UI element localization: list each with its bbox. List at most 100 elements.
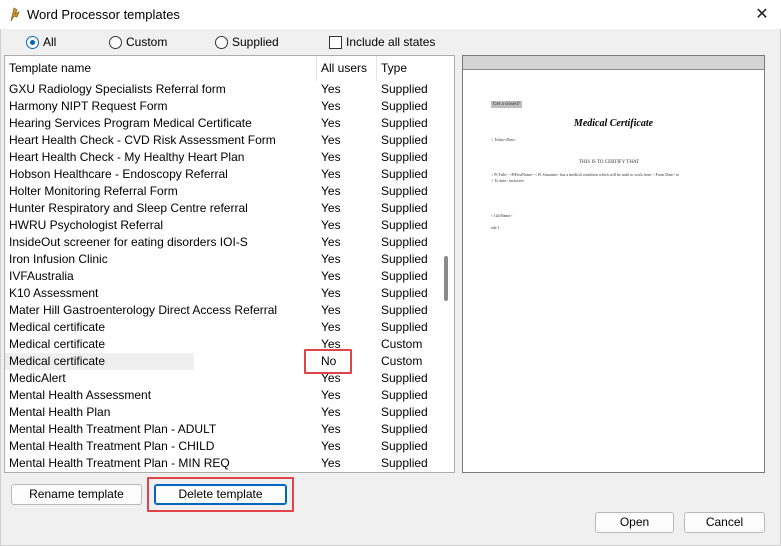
- window-title: Word Processor templates: [27, 7, 180, 22]
- table-row[interactable]: Hobson Healthcare - Endoscopy Referral Ye…: [5, 166, 438, 183]
- radio-all-label: All: [43, 35, 57, 49]
- table-row[interactable]: InsideOut screener for eating disorders …: [5, 234, 438, 251]
- type-cell: Supplied: [381, 286, 428, 300]
- all-users-cell: Yes: [321, 422, 341, 436]
- all-users-cell: Yes: [321, 201, 341, 215]
- type-cell: Supplied: [381, 82, 428, 96]
- table-row[interactable]: Medical certificate Yes Supplied: [5, 319, 438, 336]
- template-name-cell: K10 Assessment: [9, 286, 99, 300]
- template-name-cell: Medical certificate: [9, 337, 106, 351]
- close-button[interactable]: ✕: [749, 2, 775, 26]
- vertical-scrollbar[interactable]: [438, 56, 454, 472]
- radio-custom-label: Custom: [126, 35, 168, 49]
- type-cell: Supplied: [381, 388, 428, 402]
- preview-ruler: [463, 56, 764, 70]
- radio-custom[interactable]: Custom: [109, 34, 167, 50]
- type-cell: Supplied: [381, 269, 428, 283]
- title-bar: Word Processor templates ✕: [0, 0, 781, 29]
- all-users-cell: Yes: [321, 116, 341, 130]
- all-users-cell: Yes: [321, 303, 341, 317]
- radio-supplied[interactable]: Supplied: [215, 34, 279, 50]
- table-row[interactable]: Medical certificate No Custom: [5, 353, 438, 370]
- radio-all-indicator[interactable]: [26, 35, 39, 49]
- template-name-cell: Harmony NIPT Request Form: [9, 99, 168, 113]
- all-users-cell: Yes: [321, 405, 341, 419]
- include-all-states-box[interactable]: [329, 35, 342, 49]
- radio-supplied-label: Supplied: [232, 35, 279, 49]
- rename-template-button[interactable]: Rename template: [11, 484, 142, 505]
- template-name-cell: Mental Health Treatment Plan - CHILD: [9, 439, 215, 453]
- template-preview: Get a closed? Medical Certificate < Toda…: [462, 55, 765, 473]
- type-cell: Supplied: [381, 116, 428, 130]
- table-row[interactable]: HWRU Psychologist Referral Yes Supplied: [5, 217, 438, 234]
- template-name-cell: Hunter Respiratory and Sleep Centre refe…: [9, 201, 248, 215]
- all-users-cell: Yes: [321, 286, 341, 300]
- table-row[interactable]: Mental Health Treatment Plan - MIN REQ Ye…: [5, 455, 438, 472]
- all-users-cell: Yes: [321, 269, 341, 283]
- table-row[interactable]: Heart Health Check - My Healthy Heart Pl…: [5, 149, 438, 166]
- template-name-cell: Mental Health Treatment Plan - ADULT: [9, 422, 217, 436]
- app-logo-icon: [10, 7, 20, 22]
- radio-supplied-indicator[interactable]: [215, 35, 228, 49]
- template-name-cell: Iron Infusion Clinic: [9, 252, 108, 266]
- table-row[interactable]: Iron Infusion Clinic Yes Supplied: [5, 251, 438, 268]
- all-users-cell: Yes: [321, 388, 341, 402]
- preview-signature-line-2: ode 1: [491, 225, 500, 230]
- list-header: Template name All users Type: [5, 56, 438, 81]
- column-header-type[interactable]: Type: [377, 56, 438, 81]
- template-name-cell: Mental Health Plan: [9, 405, 111, 419]
- table-row[interactable]: K10 Assessment Yes Supplied: [5, 285, 438, 302]
- all-users-cell: Yes: [321, 320, 341, 334]
- preview-signature-line: < GiftName>: [491, 213, 513, 218]
- all-users-cell: Yes: [321, 133, 341, 147]
- template-name-cell: Medical certificate: [9, 354, 106, 368]
- type-cell: Supplied: [381, 218, 428, 232]
- radio-all[interactable]: All: [26, 34, 56, 50]
- template-name-cell: Heart Health Check - My Healthy Heart Pl…: [9, 150, 245, 164]
- all-users-cell: Yes: [321, 456, 341, 470]
- open-button[interactable]: Open: [595, 512, 674, 533]
- template-name-cell: Heart Health Check - CVD Risk Assessment…: [9, 133, 276, 147]
- radio-custom-indicator[interactable]: [109, 35, 122, 49]
- include-all-states-checkbox[interactable]: Include all states: [329, 34, 435, 50]
- table-row[interactable]: Mental Health Treatment Plan - CHILD Yes S…: [5, 438, 438, 455]
- template-name-cell: Mater Hill Gastroenterology Direct Acces…: [9, 303, 278, 317]
- type-cell: Supplied: [381, 439, 428, 453]
- highlight-no-cell: [304, 349, 352, 374]
- type-cell: Supplied: [381, 167, 428, 181]
- template-name-cell: Hearing Services Program Medical Certifi…: [9, 116, 252, 130]
- type-cell: Supplied: [381, 371, 428, 385]
- preview-title: Medical Certificate: [573, 118, 654, 129]
- all-users-cell: Yes: [321, 184, 341, 198]
- template-name-cell: Hobson Healthcare - Endoscopy Referral: [9, 167, 228, 181]
- cancel-button[interactable]: Cancel: [684, 512, 765, 533]
- table-row[interactable]: Medical certificate Yes Custom: [5, 336, 438, 353]
- preview-body-line: < Pt Title> <PtFirstName> < Pt Surname> …: [491, 172, 680, 177]
- table-row[interactable]: Heart Health Check - CVD Risk Assessment…: [5, 132, 438, 149]
- table-row[interactable]: Mental Health Assessment Yes Supplied: [5, 387, 438, 404]
- table-row[interactable]: MedicAlert Yes Supplied: [5, 370, 438, 387]
- include-all-states-label: Include all states: [346, 35, 436, 49]
- scrollbar-thumb[interactable]: [444, 256, 448, 301]
- column-header-template-name[interactable]: Template name: [5, 56, 317, 81]
- template-name-cell: InsideOut screener for eating disorders …: [9, 235, 248, 249]
- template-name-cell: Holter Monitoring Referral Form: [9, 184, 178, 198]
- template-name-cell: MedicAlert: [9, 371, 66, 385]
- template-list[interactable]: Template name All users Type GXU Radiolo…: [4, 55, 455, 473]
- all-users-cell: Yes: [321, 439, 341, 453]
- table-row[interactable]: GXU Radiology Specialists Referral form Y…: [5, 81, 438, 98]
- table-row[interactable]: Mental Health Plan Yes Supplied: [5, 404, 438, 421]
- type-cell: Custom: [381, 337, 423, 351]
- table-row[interactable]: IVFAustralia Yes Supplied: [5, 268, 438, 285]
- table-row[interactable]: Harmony NIPT Request Form Yes Supplied: [5, 98, 438, 115]
- table-row[interactable]: Hunter Respiratory and Sleep Centre refe…: [5, 200, 438, 217]
- template-name-cell: Mental Health Assessment: [9, 388, 152, 402]
- table-row[interactable]: Mater Hill Gastroenterology Direct Acces…: [5, 302, 438, 319]
- preview-logo: Get a closed?: [491, 101, 522, 108]
- table-row[interactable]: Mental Health Treatment Plan - ADULT Yes S…: [5, 421, 438, 438]
- column-header-all-users[interactable]: All users: [317, 56, 377, 81]
- template-name-cell: HWRU Psychologist Referral: [9, 218, 164, 232]
- type-cell: Supplied: [381, 422, 428, 436]
- table-row[interactable]: Holter Monitoring Referral Form Yes Suppli…: [5, 183, 438, 200]
- table-row[interactable]: Hearing Services Program Medical Certifi…: [5, 115, 438, 132]
